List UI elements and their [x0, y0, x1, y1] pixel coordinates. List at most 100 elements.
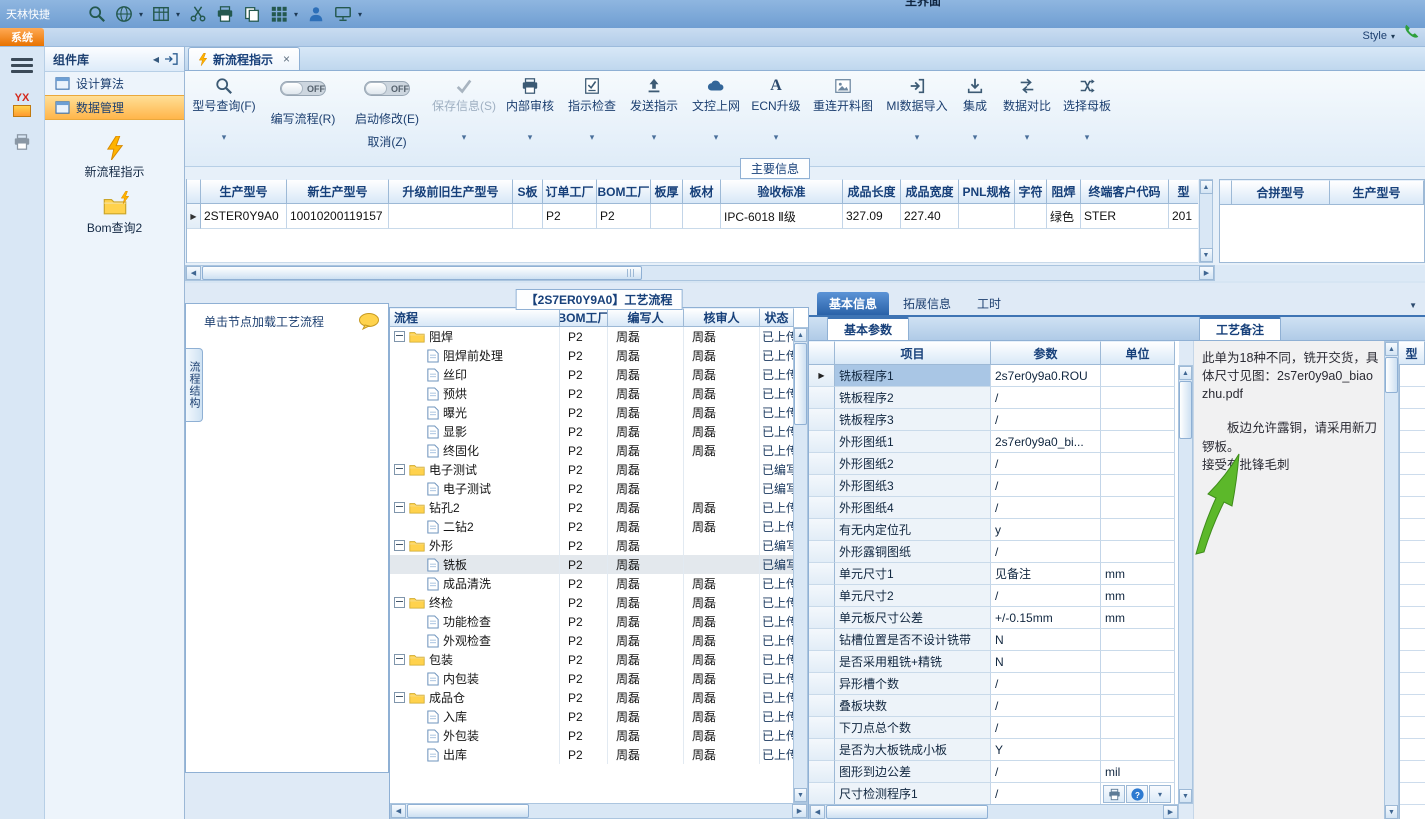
print-button[interactable] [1103, 785, 1125, 803]
丝印[interactable]: 丝印 P2 周磊 周磊 已上传 [390, 365, 793, 384]
param-item-cell[interactable]: 铣板程序1 [835, 365, 991, 387]
flow-column-header[interactable]: 流程 [390, 308, 560, 327]
param-value-cell[interactable]: / [991, 409, 1101, 431]
param-value-cell[interactable]: N [991, 651, 1101, 673]
grid-column-header[interactable]: 新生产型号 [287, 179, 389, 204]
scroll-up-icon[interactable]: ▲ [1199, 180, 1213, 194]
more-button[interactable]: ▾ [1149, 785, 1171, 803]
collapse-left-icon[interactable]: ◀ [153, 55, 159, 64]
grid-column-header[interactable]: 生产型号 [1330, 180, 1424, 205]
param-item-cell[interactable]: 图形到边公差 [835, 761, 991, 783]
外包装[interactable]: 外包装 P2 周磊 周磊 已上传 [390, 726, 793, 745]
scroll-up-icon[interactable]: ▲ [794, 328, 807, 342]
scroll-down-icon[interactable]: ▼ [1199, 248, 1213, 262]
scroll-thumb[interactable] [407, 804, 529, 818]
flow-vscrollbar[interactable]: ▲ ▼ [793, 327, 808, 803]
param-value-cell[interactable]: / [991, 387, 1101, 409]
param-value-cell[interactable]: / [991, 783, 1101, 805]
grid-cell[interactable]: 绿色 [1047, 204, 1081, 229]
shortcut-new-flow-instruction[interactable]: 新流程指示 [45, 136, 184, 180]
铣板[interactable]: 铣板 P2 周磊 已编写 [390, 555, 793, 574]
doc-upload-button[interactable]: 文控上网 ▾ [685, 71, 747, 166]
grid-column-header[interactable]: S板 [513, 179, 543, 204]
外观检查[interactable]: 外观检查 P2 周磊 周磊 已上传 [390, 631, 793, 650]
param-item-cell[interactable]: 有无内定位孔 [835, 519, 991, 541]
copy-icon[interactable] [243, 5, 261, 23]
内包装[interactable]: 内包装 P2 周磊 周磊 已上传 [390, 669, 793, 688]
tab-process-remarks[interactable]: 工艺备注 [1199, 317, 1282, 340]
grid-column-header[interactable]: 成品宽度 [901, 179, 959, 204]
grid-column-header[interactable]: 成品长度 [843, 179, 901, 204]
param-row[interactable]: ▶ 异形槽个数 / [809, 673, 1179, 695]
param-row[interactable]: ▶ 图形到边公差 / mil [809, 761, 1179, 783]
grid-cell[interactable] [1015, 204, 1047, 229]
flow-column-header[interactable]: 核审人 [684, 308, 760, 327]
param-item-cell[interactable]: 是否采用粗铣+精铣 [835, 651, 991, 673]
grid-cell[interactable]: IPC-6018 Ⅱ级 [721, 204, 843, 229]
main-grid-vscrollbar[interactable]: ▲ ▼ [1199, 179, 1213, 263]
tree-expander-icon[interactable] [394, 464, 405, 475]
grid-cell[interactable] [389, 204, 513, 229]
param-value-cell[interactable]: / [991, 475, 1101, 497]
scissors-icon[interactable] [189, 5, 207, 23]
printer-icon[interactable] [216, 5, 234, 23]
param-unit-cell[interactable] [1101, 387, 1175, 409]
toggle-off-switch[interactable]: OFF [280, 81, 326, 96]
param-item-cell[interactable]: 外形图纸4 [835, 497, 991, 519]
param-value-cell[interactable]: / [991, 453, 1101, 475]
param-unit-cell[interactable] [1101, 519, 1175, 541]
dropdown-arrow-icon[interactable]: ▾ [358, 10, 362, 19]
param-item-cell[interactable]: 外形露铜图纸 [835, 541, 991, 563]
tree-expander-icon[interactable] [394, 654, 405, 665]
flow-column-header[interactable]: 状态 [760, 308, 794, 327]
grid-cell[interactable] [513, 204, 543, 229]
param-unit-cell[interactable] [1101, 541, 1175, 563]
dropdown-arrow-icon[interactable]: ▾ [714, 132, 719, 143]
param-row[interactable]: ▶ 是否采用粗铣+精铣 N [809, 651, 1179, 673]
param-row[interactable]: ▶ 外形图纸1 2s7er0y9a0_bi... [809, 431, 1179, 453]
grid-column-header[interactable]: 板材 [683, 179, 721, 204]
style-selector[interactable]: Style ▾ [1363, 30, 1395, 42]
grid-column-header[interactable]: 终端客户代码 [1081, 179, 1169, 204]
阻焊[interactable]: 阻焊 P2 周磊 周磊 已上传 [390, 327, 793, 346]
scroll-thumb[interactable] [826, 805, 988, 819]
scroll-right-icon[interactable]: ▶ [792, 804, 807, 818]
dropdown-arrow-icon[interactable]: ▾ [1085, 132, 1090, 143]
scroll-right-icon[interactable]: ▶ [1199, 266, 1214, 280]
cancel-button[interactable]: 取消(Z) [367, 133, 406, 150]
params-column-header[interactable]: 项目 [835, 341, 991, 365]
param-item-cell[interactable]: 异形槽个数 [835, 673, 991, 695]
grid-column-header[interactable]: BOM工厂 [597, 179, 651, 204]
终固化[interactable]: 终固化 P2 周磊 周磊 已上传 [390, 441, 793, 460]
shortcut-bom-query[interactable]: Bom查询2 [45, 196, 184, 236]
scroll-thumb[interactable] [202, 266, 642, 280]
param-item-cell[interactable]: 外形图纸3 [835, 475, 991, 497]
包装[interactable]: 包装 P2 周磊 周磊 已上传 [390, 650, 793, 669]
param-row[interactable]: ▶ 铣板程序1 2s7er0y9a0.ROU [809, 365, 1179, 387]
tab-extended-info[interactable]: 拓展信息 [891, 292, 963, 315]
grid-column-header[interactable]: 字符 [1015, 179, 1047, 204]
param-row[interactable]: ▶ 叠板块数 / [809, 695, 1179, 717]
dropdown-arrow-icon[interactable]: ▾ [294, 10, 298, 19]
dropdown-arrow-icon[interactable]: ▾ [652, 132, 657, 143]
param-value-cell[interactable]: / [991, 585, 1101, 607]
param-item-cell[interactable]: 外形图纸2 [835, 453, 991, 475]
phone-icon[interactable] [1403, 23, 1420, 45]
toggle-off-switch[interactable]: OFF [364, 81, 410, 96]
grid-cell[interactable]: P2 [597, 204, 651, 229]
integrate-button[interactable]: 集成 ▾ [953, 71, 997, 166]
param-item-cell[interactable]: 单元尺寸1 [835, 563, 991, 585]
钻孔2[interactable]: 钻孔2 P2 周磊 周磊 已上传 [390, 498, 793, 517]
mi-import-button[interactable]: MI数据导入 ▾ [881, 71, 953, 166]
grid-column-header[interactable]: 验收标准 [721, 179, 843, 204]
tree-expander-icon[interactable] [394, 502, 405, 513]
param-unit-cell[interactable] [1101, 409, 1175, 431]
grid-column-header[interactable]: 生产型号 [201, 179, 287, 204]
close-tab-icon[interactable]: × [283, 52, 290, 66]
grid-column-header[interactable]: 型 [1169, 179, 1198, 204]
grid-cell[interactable]: 327.09 [843, 204, 901, 229]
tree-expander-icon[interactable] [394, 692, 405, 703]
param-value-cell[interactable]: 见备注 [991, 563, 1101, 585]
param-row[interactable]: ▶ 铣板程序2 / [809, 387, 1179, 409]
param-unit-cell[interactable]: mm [1101, 585, 1175, 607]
